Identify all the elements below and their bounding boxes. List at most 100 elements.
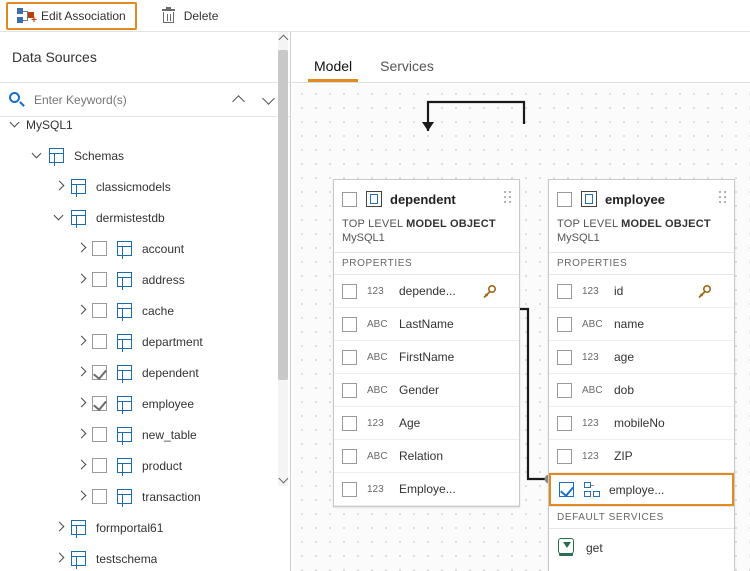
tree-expand-icon[interactable]	[50, 202, 70, 233]
tree-item-dependent[interactable]: dependent	[0, 357, 291, 388]
service-row-get[interactable]: get	[549, 529, 734, 566]
tab-model[interactable]: Model	[300, 58, 366, 82]
property-checkbox[interactable]	[342, 415, 357, 431]
property-row[interactable]: 123 ZIP	[549, 440, 734, 473]
schema-icon	[70, 178, 87, 197]
tree-expand-icon[interactable]	[28, 140, 48, 171]
tree-item-classicmodels[interactable]: classicmodels	[0, 171, 291, 202]
tree-expand-icon[interactable]	[72, 388, 92, 419]
tree-item-product[interactable]: product	[0, 450, 291, 481]
relationship-property-row[interactable]: employe...	[549, 473, 734, 506]
tree-item-schemas[interactable]: Schemas	[0, 140, 291, 171]
tree-item-checkbox[interactable]	[92, 489, 107, 504]
property-row[interactable]: ABC LastName	[334, 308, 519, 341]
property-type-label: 123	[582, 450, 599, 462]
tree-expand-icon[interactable]	[50, 512, 70, 543]
card-title: employee	[605, 191, 665, 207]
relationship-checkbox[interactable]	[559, 482, 574, 497]
tree-item-address[interactable]: address	[0, 264, 291, 295]
search-input[interactable]	[32, 91, 222, 108]
tree-item-checkbox[interactable]	[92, 396, 107, 411]
property-row[interactable]: 123 id	[549, 275, 734, 308]
tree-item-mysql1[interactable]: MySQL1	[0, 117, 291, 140]
tree-item-checkbox[interactable]	[92, 241, 107, 256]
delete-label: Delete	[183, 8, 219, 23]
property-checkbox[interactable]	[557, 415, 572, 431]
property-checkbox[interactable]	[557, 283, 572, 299]
service-row-insert[interactable]: insert	[549, 566, 734, 571]
search-icon[interactable]	[8, 91, 26, 109]
tree-item-employee[interactable]: employee	[0, 388, 291, 419]
tree-expand-icon[interactable]	[72, 264, 92, 295]
schema-icon	[48, 147, 65, 166]
scroll-down-icon[interactable]	[278, 472, 288, 486]
model-canvas[interactable]: 1:n dependent TOP LEVEL MODEL OBJECT M	[292, 84, 750, 571]
property-row[interactable]: 123 depende...	[334, 275, 519, 308]
card-select-checkbox[interactable]	[342, 191, 357, 207]
model-card-dependent[interactable]: dependent TOP LEVEL MODEL OBJECT MySQL1 …	[333, 179, 520, 507]
drag-handle-icon[interactable]	[719, 191, 728, 206]
tree-item-formportal61[interactable]: formportal61	[0, 512, 291, 543]
tree-item-checkbox[interactable]	[92, 272, 107, 287]
collapse-all-icon[interactable]	[228, 88, 252, 112]
card-datasource: MySQL1	[557, 232, 600, 244]
tree-expand-icon[interactable]	[72, 450, 92, 481]
tree-item-checkbox[interactable]	[92, 427, 107, 442]
tree-item-checkbox[interactable]	[92, 458, 107, 473]
edit-association-button[interactable]: + Edit Association	[6, 1, 137, 30]
tree-scrollbar[interactable]	[278, 32, 288, 486]
scroll-thumb[interactable]	[278, 50, 288, 380]
property-row[interactable]: ABC FirstName	[334, 341, 519, 374]
tree-item-checkbox[interactable]	[92, 303, 107, 318]
property-row[interactable]: ABC Gender	[334, 374, 519, 407]
property-type-label: ABC	[582, 384, 603, 396]
tab-services[interactable]: Services	[366, 58, 448, 82]
scroll-up-icon[interactable]	[278, 32, 288, 46]
property-checkbox[interactable]	[342, 283, 357, 299]
property-name: Gender	[399, 383, 440, 397]
property-checkbox[interactable]	[342, 349, 357, 365]
tree-item-testschema[interactable]: testschema	[0, 543, 291, 571]
property-checkbox[interactable]	[557, 448, 572, 464]
tree-expand-icon[interactable]	[50, 171, 70, 202]
property-checkbox[interactable]	[557, 382, 572, 398]
tree-expand-icon[interactable]	[72, 326, 92, 357]
tree-item-department[interactable]: department	[0, 326, 291, 357]
drag-handle-icon[interactable]	[504, 191, 513, 206]
delete-button[interactable]: Delete	[151, 3, 228, 29]
property-checkbox[interactable]	[557, 349, 572, 365]
property-checkbox[interactable]	[342, 382, 357, 398]
property-row[interactable]: 123 age	[549, 341, 734, 374]
schema-icon	[116, 488, 133, 507]
property-row[interactable]: ABC dob	[549, 374, 734, 407]
tree-expand-icon[interactable]	[6, 117, 26, 140]
tree-expand-icon[interactable]	[50, 543, 70, 571]
tree-item-account[interactable]: account	[0, 233, 291, 264]
tree-item-dermistestdb[interactable]: dermistestdb	[0, 202, 291, 233]
card-select-checkbox[interactable]	[557, 191, 572, 207]
card-type-prefix: TOP LEVEL	[557, 218, 622, 230]
tree-expand-icon[interactable]	[72, 419, 92, 450]
tree-item-transaction[interactable]: transaction	[0, 481, 291, 512]
tree-item-checkbox[interactable]	[92, 365, 107, 380]
tree-expand-icon[interactable]	[72, 233, 92, 264]
property-checkbox[interactable]	[342, 448, 357, 464]
property-checkbox[interactable]	[557, 316, 572, 332]
edit-association-label: Edit Association	[41, 8, 126, 23]
tree-item-checkbox[interactable]	[92, 334, 107, 349]
property-row[interactable]: 123 Age	[334, 407, 519, 440]
model-editor: Model Services 1:n dependent	[292, 32, 750, 571]
tree-item-new_table[interactable]: new_table	[0, 419, 291, 450]
property-row[interactable]: 123 mobileNo	[549, 407, 734, 440]
tree-expand-icon[interactable]	[72, 295, 92, 326]
property-row[interactable]: 123 Employe...	[334, 473, 519, 506]
model-card-employee[interactable]: employee TOP LEVEL MODEL OBJECT MySQL1 P…	[548, 179, 735, 571]
property-row[interactable]: ABC Relation	[334, 440, 519, 473]
property-name: id	[614, 284, 624, 298]
property-checkbox[interactable]	[342, 316, 357, 332]
property-row[interactable]: ABC name	[549, 308, 734, 341]
tree-expand-icon[interactable]	[72, 481, 92, 512]
tree-expand-icon[interactable]	[72, 357, 92, 388]
property-checkbox[interactable]	[342, 481, 357, 497]
tree-item-cache[interactable]: cache	[0, 295, 291, 326]
